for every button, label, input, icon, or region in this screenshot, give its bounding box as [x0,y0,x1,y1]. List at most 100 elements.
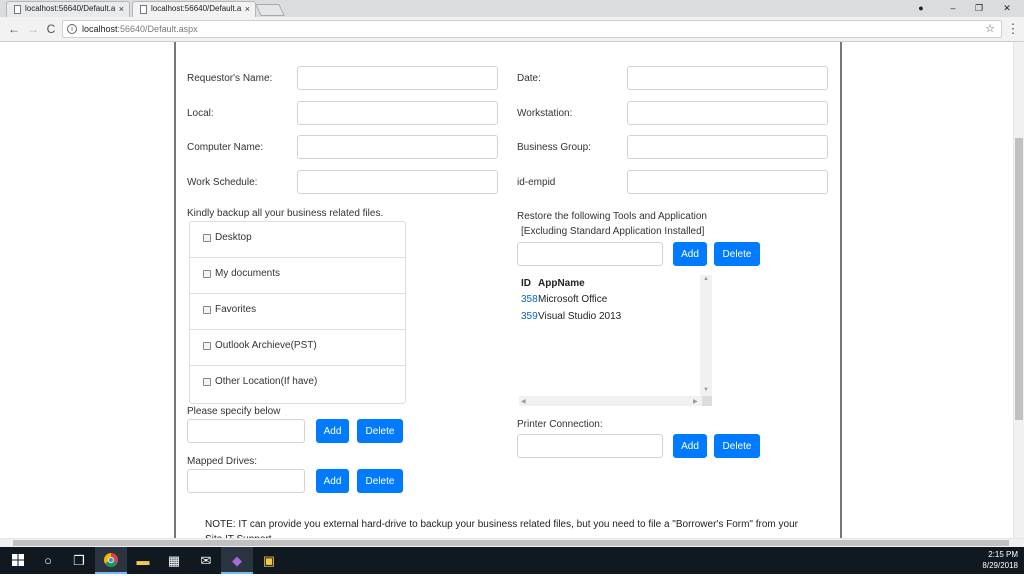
reload-button[interactable]: C [43,21,59,37]
requestor-name-label: Requestor's Name: [187,73,273,84]
form-panel: Requestor's Name: Local: Computer Name: … [174,42,842,538]
chrome-icon[interactable] [95,547,127,574]
note-text: NOTE: IT can provide you external hard-d… [205,519,798,538]
cortana-icon[interactable]: ○ [32,547,64,574]
column-header-appname: AppName [538,278,585,289]
local-label: Local: [187,108,214,119]
restore-app-field[interactable] [517,242,663,266]
windows-start-icon[interactable] [2,547,34,574]
checkbox-label: Other Location(If have) [215,376,318,387]
system-clock[interactable]: 2:15 PM 8/29/2018 [958,549,1018,571]
restore-heading: Restore the following Tools and Applicat… [517,211,707,222]
browser-menu-icon[interactable]: ⋮ [1006,20,1020,38]
business-group-label: Business Group: [517,142,591,153]
backup-checklist: Desktop My documents Favorites Outlook A… [189,221,406,404]
page-viewport: Requestor's Name: Local: Computer Name: … [0,42,1013,538]
store-icon[interactable]: ▦ [158,547,190,574]
minimize-button[interactable]: – [940,0,966,17]
app-grid-vertical-scrollbar[interactable]: ▲ ▼ [700,275,712,396]
specify-label: Please specify below [187,406,281,417]
scrollbar-thumb[interactable] [13,540,1009,546]
mapped-add-button[interactable]: Add [316,469,349,493]
printer-connection-field[interactable] [517,434,663,458]
task-view-icon[interactable]: ❐ [63,547,95,574]
checkbox[interactable] [203,234,211,242]
checkbox-label: My documents [215,268,281,279]
scroll-left-icon[interactable]: ◀ [521,398,526,405]
computer-name-label: Computer Name: [187,142,264,153]
mail-icon[interactable]: ✉ [190,547,222,574]
close-window-button[interactable]: ✕ [994,0,1020,17]
bookmark-star-icon[interactable]: ☆ [985,22,995,35]
checkbox[interactable] [203,342,211,350]
app-grid: ID AppName 358 Microsoft Office 359 Visu… [519,275,712,406]
column-header-id: ID [521,278,531,289]
checkbox-label: Favorites [215,304,257,315]
clock-time: 2:15 PM [988,550,1018,559]
business-group-field[interactable] [627,135,828,159]
app-name-cell: Microsoft Office [538,294,608,305]
workstation-field[interactable] [627,101,828,125]
profile-icon[interactable]: ● [908,0,934,17]
checklist-item-outlook-archive[interactable]: Outlook Archieve(PST) [190,330,405,366]
checklist-item-other-location[interactable]: Other Location(If have) [190,366,405,402]
app-id-link[interactable]: 358 [521,294,538,305]
browser-tab[interactable]: localhost:56640/Default.a × [6,1,130,17]
backup-heading: Kindly backup all your business related … [187,208,384,219]
tab-title: localhost:56640/Default.a [151,4,242,13]
work-schedule-field[interactable] [297,170,498,194]
restore-add-button[interactable]: Add [673,242,707,266]
mapped-drives-field[interactable] [187,469,305,493]
checkbox[interactable] [203,306,211,314]
id-empid-field[interactable] [627,170,828,194]
specify-add-button[interactable]: Add [316,419,349,443]
tab-title: localhost:56640/Default.a [25,4,116,13]
app-grid-horizontal-scrollbar[interactable]: ◀ ▶ [519,396,702,406]
address-bar-row: ← → C i localhost:56640/Default.aspx ☆ ⋮ [0,17,1024,42]
scroll-up-icon[interactable]: ▲ [703,276,709,282]
app-icon[interactable]: ▣ [253,547,285,574]
checkbox-label: Outlook Archieve(PST) [215,340,317,351]
checkbox[interactable] [203,270,211,278]
page-icon [140,5,147,14]
page-vertical-scrollbar[interactable] [1013,42,1024,538]
printer-add-button[interactable]: Add [673,434,707,458]
checklist-item-favorites[interactable]: Favorites [190,294,405,330]
url-input[interactable]: i localhost:56640/Default.aspx ☆ [62,20,1002,38]
url-text: localhost:56640/Default.aspx [82,24,198,34]
requestor-name-field[interactable] [297,66,498,90]
forward-button[interactable]: → [25,21,41,37]
date-field[interactable] [627,66,828,90]
tab-close-icon[interactable]: × [245,2,250,16]
printer-delete-button[interactable]: Delete [714,434,760,458]
back-button[interactable]: ← [6,21,22,37]
specify-delete-button[interactable]: Delete [357,419,403,443]
specify-field[interactable] [187,419,305,443]
scroll-down-icon[interactable]: ▼ [703,387,709,393]
new-tab-button[interactable] [255,4,285,16]
restore-button[interactable]: ❐ [966,0,992,17]
checklist-item-desktop[interactable]: Desktop [190,222,405,258]
computer-name-field[interactable] [297,135,498,159]
mapped-delete-button[interactable]: Delete [357,469,403,493]
checkbox[interactable] [203,378,211,386]
checkbox-label: Desktop [215,232,252,243]
visual-studio-icon[interactable]: ◆ [221,547,253,574]
app-id-link[interactable]: 359 [521,311,538,322]
restore-subheading: [Excluding Standard Application Installe… [521,226,705,237]
page-horizontal-scrollbar[interactable] [0,538,1024,547]
file-explorer-icon[interactable]: ▬ [127,547,159,574]
tab-close-icon[interactable]: × [119,2,124,16]
checklist-item-my-documents[interactable]: My documents [190,258,405,294]
scroll-right-icon[interactable]: ▶ [693,398,698,405]
info-icon[interactable]: i [67,24,77,34]
restore-delete-button[interactable]: Delete [714,242,760,266]
id-empid-label: id-empid [517,177,556,188]
browser-tab-strip: localhost:56640/Default.a × localhost:56… [0,0,1024,17]
mapped-drives-label: Mapped Drives: [187,456,258,467]
scrollbar-thumb[interactable] [1015,138,1023,420]
browser-tab-active[interactable]: localhost:56640/Default.a × [132,1,256,17]
scrollbar-corner [702,396,712,406]
local-field[interactable] [297,101,498,125]
date-label: Date: [517,73,541,84]
